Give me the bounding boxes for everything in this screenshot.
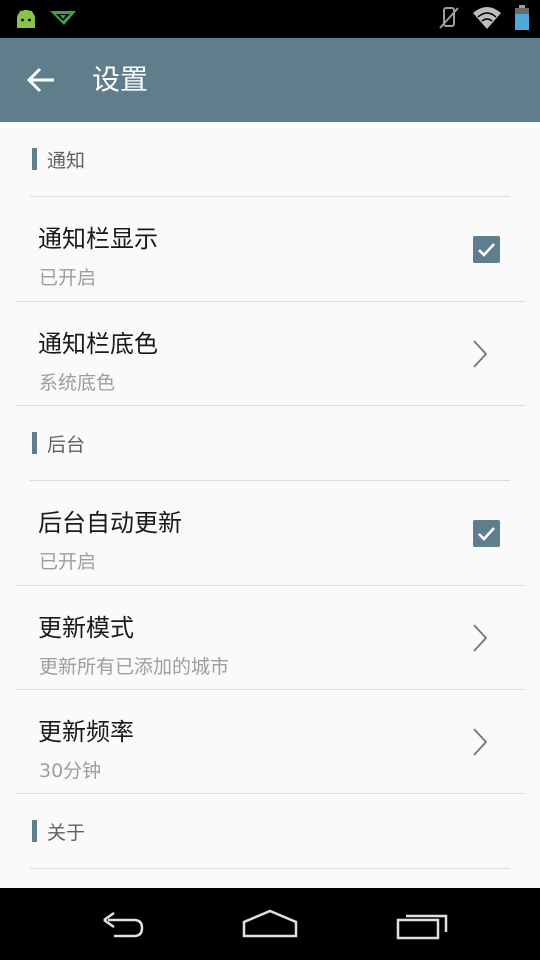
- checkmark-icon: [478, 243, 495, 257]
- vibrate-off-icon: [438, 5, 460, 35]
- section-header-label: 关于: [47, 822, 86, 844]
- pref-background-auto-update[interactable]: 后台自动更新 已开启: [0, 481, 540, 586]
- pref-update-frequency[interactable]: 更新频率 30分钟: [0, 690, 540, 794]
- pref-notification-color[interactable]: 通知栏底色 系统底色: [0, 302, 540, 406]
- toolbar: 设置: [0, 38, 540, 122]
- pref-summary: 30分钟: [39, 760, 102, 782]
- back-button[interactable]: [22, 60, 62, 100]
- nav-recents-button[interactable]: [392, 906, 452, 942]
- pref-title: 更新模式: [38, 614, 134, 642]
- page-title: 设置: [92, 63, 149, 96]
- section-header-background: 后台: [0, 406, 540, 481]
- pref-notification-show[interactable]: 通知栏显示 已开启: [0, 197, 540, 302]
- section-header-notification: 通知: [0, 122, 540, 197]
- nav-home-button[interactable]: [240, 906, 300, 942]
- nav-back-button[interactable]: [90, 906, 150, 942]
- battery-icon: [514, 5, 530, 35]
- pref-title: 后台自动更新: [38, 509, 182, 537]
- navigation-bar: [0, 888, 540, 960]
- pref-update-mode[interactable]: 更新模式 更新所有已添加的城市: [0, 586, 540, 690]
- home-nav-icon: [242, 909, 298, 938]
- section-divider: [30, 868, 510, 869]
- section-header-about: 关于: [0, 794, 540, 869]
- checkmark-icon: [478, 527, 495, 541]
- pref-summary: 系统底色: [39, 372, 116, 394]
- chevron-right-icon: [472, 727, 488, 757]
- pref-title: 通知栏显示: [38, 225, 158, 253]
- pref-title: 通知栏底色: [38, 330, 158, 358]
- settings-list: 通知 通知栏显示 已开启 通知栏底色 系统底色 后台 后台自动更新 已开启 更新…: [0, 122, 540, 888]
- section-header-label: 通知: [47, 150, 86, 172]
- status-bar-left-icons: [14, 6, 78, 34]
- section-accent-bar: [32, 148, 37, 170]
- pref-summary: 已开启: [39, 267, 97, 289]
- pref-summary: 更新所有已添加的城市: [39, 656, 230, 678]
- section-accent-bar: [32, 820, 37, 842]
- chevron-right-icon: [472, 623, 488, 653]
- pref-summary: 已开启: [39, 551, 97, 573]
- android-icon: [14, 6, 38, 34]
- status-bar-right-icons: [438, 5, 530, 35]
- wifi-icon: [472, 5, 502, 35]
- auto-update-checkbox[interactable]: [473, 520, 500, 547]
- section-accent-bar: [32, 432, 37, 454]
- status-bar: [0, 0, 540, 38]
- pref-title: 更新频率: [38, 718, 134, 746]
- chevron-right-icon: [472, 339, 488, 369]
- app-notification-icon: [48, 8, 78, 32]
- recents-nav-icon: [396, 914, 448, 940]
- notification-show-checkbox[interactable]: [473, 236, 500, 263]
- section-header-label: 后台: [47, 434, 86, 456]
- arrow-back-icon: [22, 67, 62, 104]
- back-nav-icon: [103, 911, 144, 938]
